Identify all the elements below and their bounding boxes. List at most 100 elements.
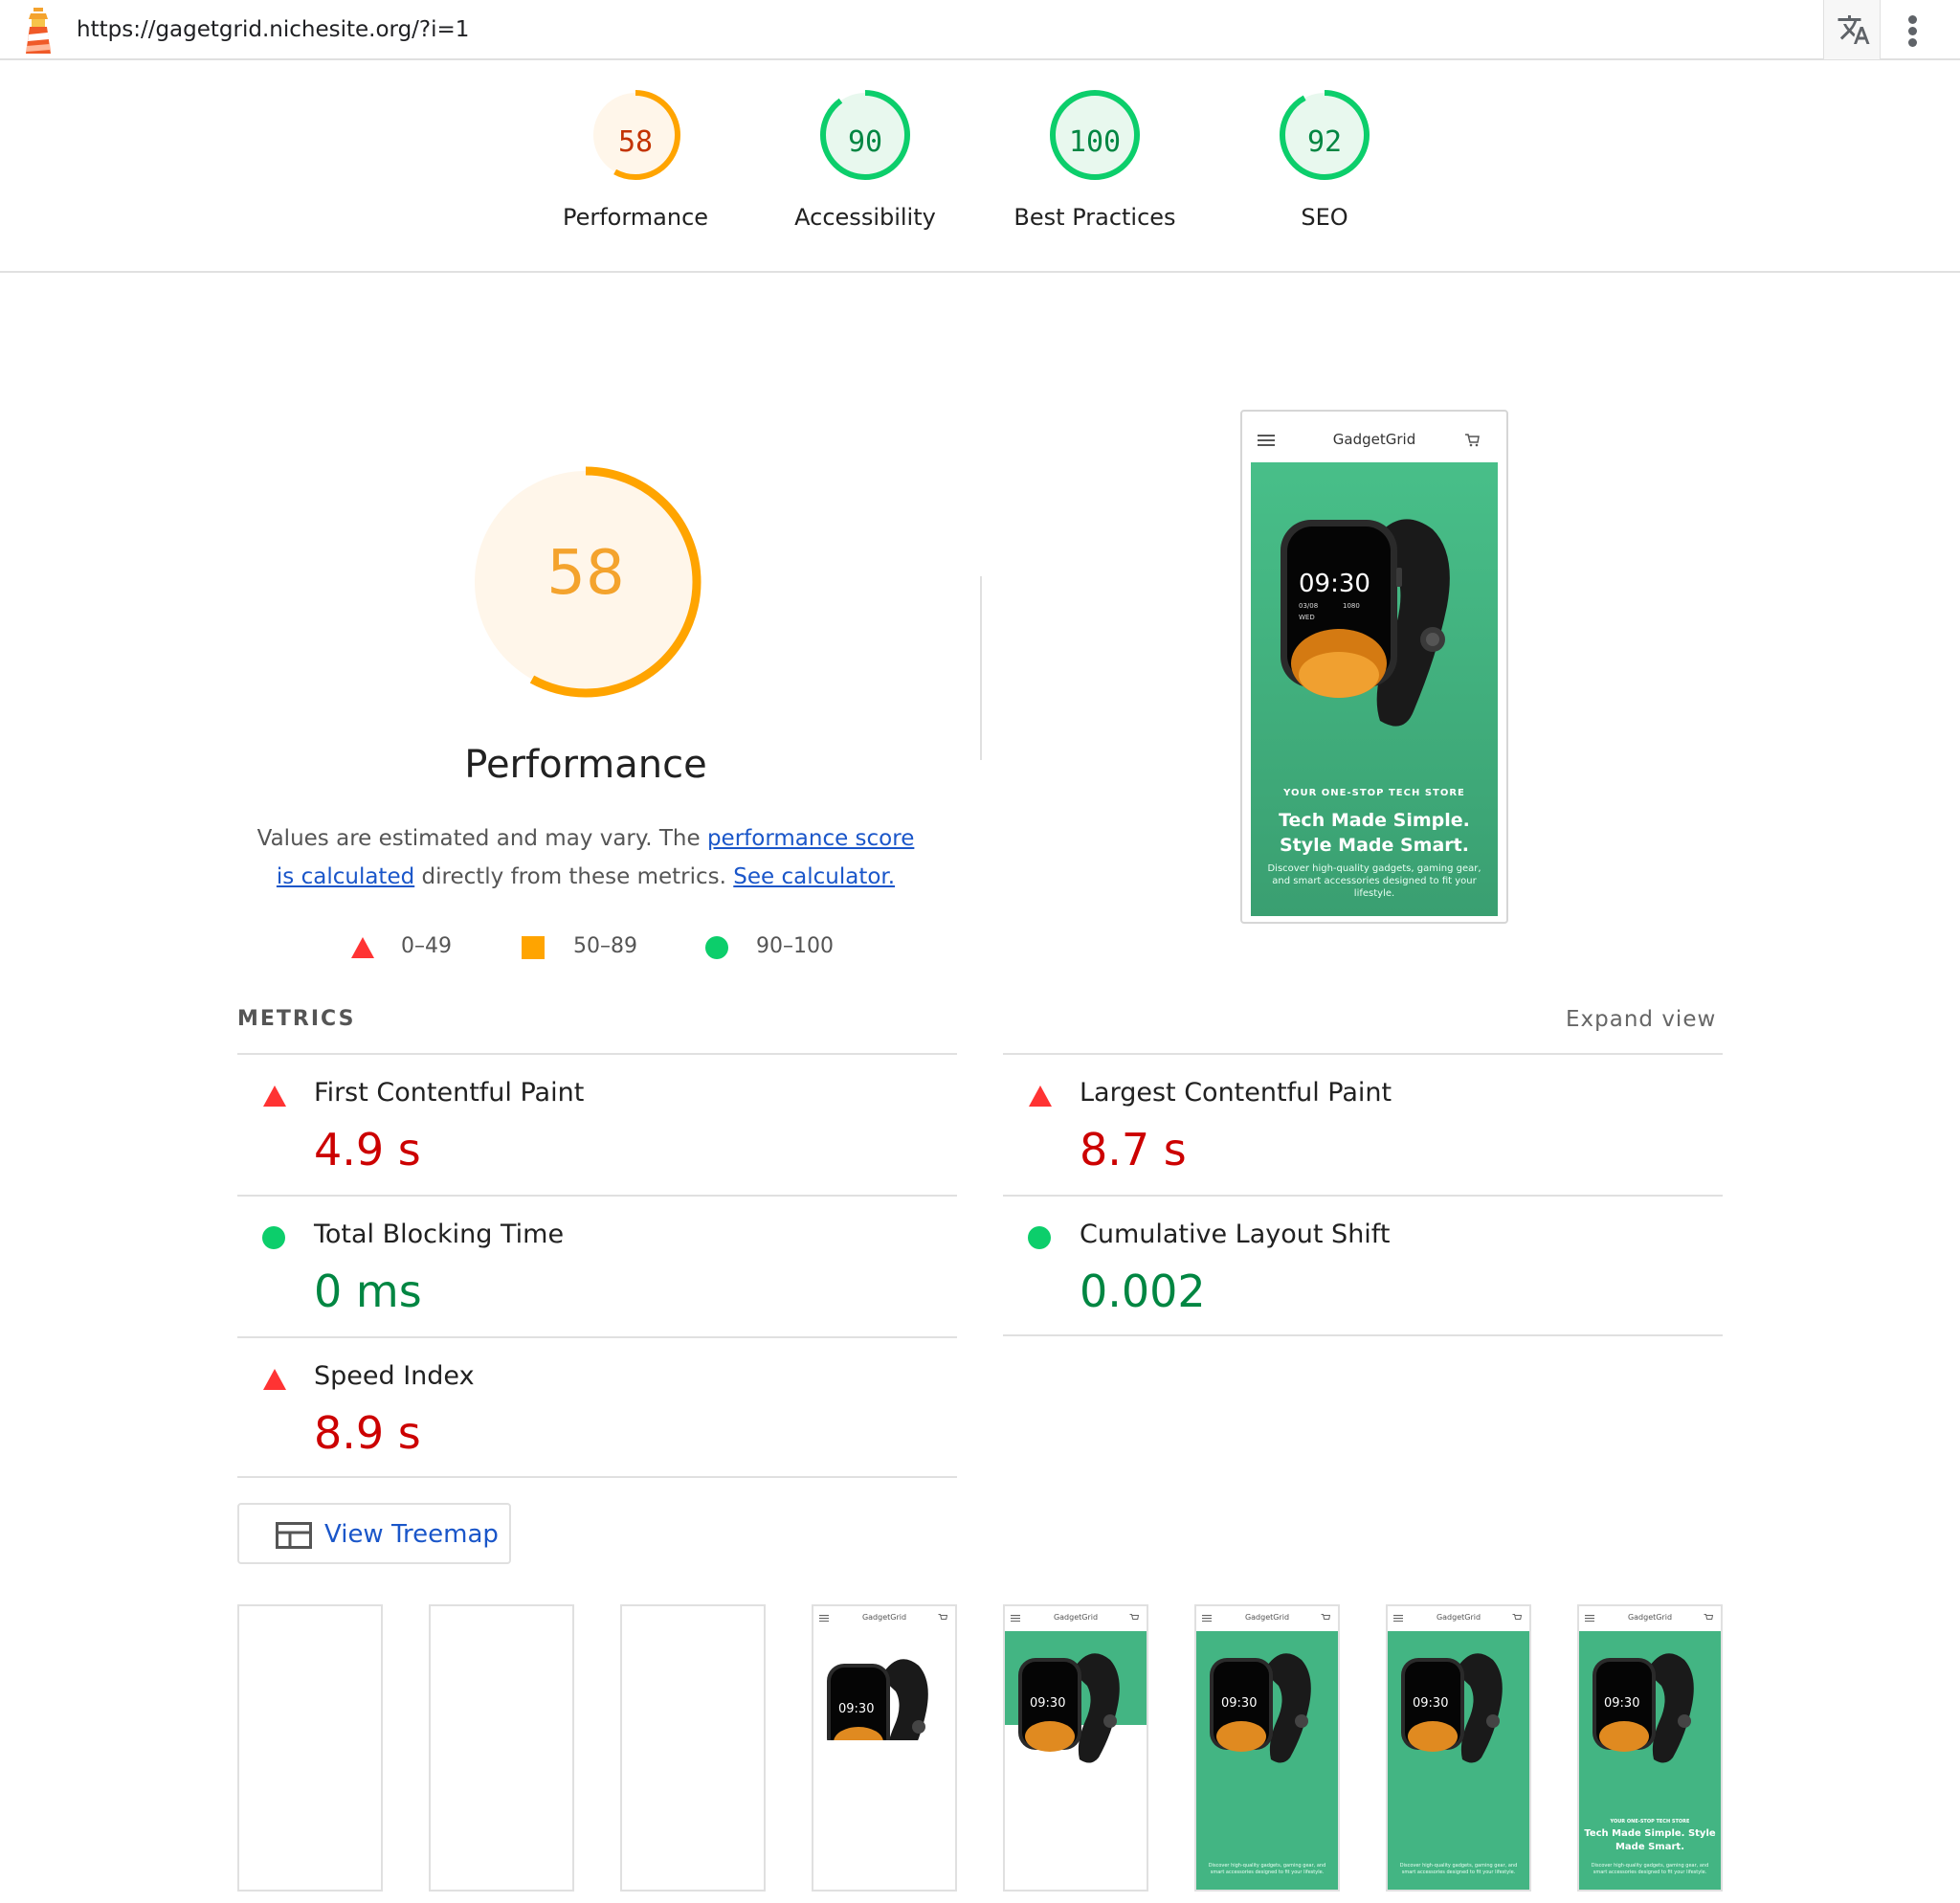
- see-calculator-link[interactable]: See calculator.: [733, 864, 895, 889]
- watch-date: 03/08: [1299, 602, 1319, 610]
- metric-total-blocking-time: Total Blocking Time 0 ms: [237, 1195, 957, 1336]
- more-menu-icon[interactable]: [1895, 10, 1929, 50]
- gauge-score: 90: [847, 125, 883, 159]
- preview-subtext: Discover high-quality gadgets, gaming ge…: [1267, 863, 1481, 899]
- frame-watch-time: 09:30: [1221, 1696, 1258, 1711]
- treemap-label: View Treemap: [324, 1520, 499, 1549]
- translate-icon: [1838, 15, 1870, 44]
- metric-value: 4.9 s: [314, 1124, 421, 1175]
- metric-value: 8.9 s: [314, 1407, 421, 1459]
- cart-icon: [1512, 1614, 1522, 1620]
- metrics-header: METRICS: [237, 1007, 356, 1031]
- smartwatch-thumbnail: [1592, 1653, 1694, 1763]
- frame-headline: Tech Made Simple. Style Made Smart.: [1584, 1828, 1716, 1852]
- gauge-label: SEO: [1301, 204, 1348, 231]
- gauge-label: Accessibility: [794, 204, 936, 231]
- divider: [1003, 1334, 1723, 1336]
- frame-header: GadgetGrid: [1579, 1606, 1721, 1631]
- metric-value: 0 ms: [314, 1265, 422, 1317]
- translate-button[interactable]: [1823, 0, 1881, 59]
- cart-icon: [1704, 1614, 1713, 1620]
- expand-view-toggle[interactable]: Expand view: [1566, 1007, 1716, 1032]
- frame-header: GadgetGrid: [1196, 1606, 1338, 1631]
- red-triangle-icon: [263, 1086, 286, 1107]
- smartwatch-image: [1281, 519, 1450, 727]
- red-triangle-icon: [1029, 1086, 1052, 1107]
- gauge-accessibility[interactable]: 90 Accessibility: [750, 87, 980, 231]
- watch-steps: 1080: [1343, 602, 1360, 610]
- frame-brand: GadgetGrid: [1436, 1613, 1481, 1622]
- frame-header: GadgetGrid: [1388, 1606, 1529, 1631]
- gauge-seo[interactable]: 92 SEO: [1210, 87, 1439, 231]
- red-triangle-icon: [351, 937, 374, 958]
- gauge-label: Performance: [562, 204, 709, 231]
- cart-icon: [1129, 1614, 1139, 1620]
- green-circle-icon: [1028, 1226, 1051, 1249]
- category-summary: 58 Performance 90 Accessibility 100 Best…: [0, 60, 1960, 273]
- filmstrip-frame: GadgetGrid 09:30: [812, 1604, 957, 1892]
- frame-brand: GadgetGrid: [1627, 1613, 1673, 1622]
- cart-icon: [1465, 434, 1480, 447]
- filmstrip-frame: GadgetGrid 09:30: [1003, 1604, 1148, 1892]
- performance-score: 58: [546, 538, 625, 609]
- metric-name: First Contentful Paint: [314, 1078, 585, 1108]
- cart-icon: [1321, 1614, 1330, 1620]
- watch-time: 09:30: [1299, 570, 1370, 598]
- treemap-icon: [276, 1522, 312, 1549]
- divider: [980, 576, 982, 760]
- gauge-score: 58: [617, 125, 654, 159]
- view-treemap-button[interactable]: View Treemap: [237, 1503, 511, 1564]
- desc-text: directly from these metrics.: [414, 864, 734, 889]
- frame-watch-time: 09:30: [1413, 1696, 1449, 1711]
- gauge-score: 100: [1068, 125, 1122, 159]
- frame-header: GadgetGrid: [1005, 1606, 1147, 1631]
- filmstrip-frame: GadgetGrid 09:30 Discover high-quality gad…: [1577, 1604, 1723, 1892]
- metric-name: Total Blocking Time: [314, 1220, 565, 1249]
- smartwatch-thumbnail: [1401, 1653, 1503, 1763]
- frame-watch-time: 09:30: [1604, 1696, 1640, 1711]
- filmstrip-frame: [237, 1604, 383, 1892]
- preview-tagline: YOUR ONE-STOP TECH STORE: [1283, 788, 1465, 798]
- preview-headline: Tech Made Simple. Style Made Smart.: [1279, 810, 1470, 856]
- metric-name: Speed Index: [314, 1361, 475, 1391]
- frame-subtext: Discover high-quality gadgets, gaming ge…: [1208, 1863, 1326, 1875]
- orange-square-icon: [522, 936, 545, 959]
- green-circle-icon: [262, 1226, 285, 1249]
- final-screenshot[interactable]: GadgetGrid 09:30 03/08 1080 WED YOUR ONE…: [1240, 410, 1508, 924]
- metric-first-contentful-paint: First Contentful Paint 4.9 s: [237, 1053, 957, 1195]
- frame-tagline: YOUR ONE-STOP TECH STORE: [1610, 1819, 1690, 1825]
- filmstrip-frame: [429, 1604, 574, 1892]
- green-circle-icon: [705, 936, 728, 959]
- frame-subtext: Discover high-quality gadgets, gaming ge…: [1399, 1863, 1518, 1875]
- frame-watch-time: 09:30: [838, 1702, 875, 1716]
- metric-name: Largest Contentful Paint: [1080, 1078, 1392, 1108]
- frame-blank-cover: [813, 1740, 955, 1890]
- desc-text: Values are estimated and may vary. The: [256, 826, 707, 851]
- watch-day: WED: [1299, 614, 1315, 621]
- metric-value: 0.002: [1080, 1265, 1206, 1317]
- preview-header: GadgetGrid: [1242, 412, 1506, 461]
- metric-value: 8.7 s: [1080, 1124, 1187, 1175]
- gauge-best-practices[interactable]: 100 Best Practices: [980, 87, 1210, 231]
- smartwatch-thumbnail: [1018, 1653, 1120, 1763]
- metric-largest-contentful-paint: Largest Contentful Paint 8.7 s: [1003, 1053, 1723, 1195]
- performance-title: Performance: [464, 743, 707, 787]
- lighthouse-logo-icon: [26, 8, 51, 54]
- filmstrip-frame: [620, 1604, 766, 1892]
- filmstrip-frame: GadgetGrid 09:30 Discover high-quality gad…: [1194, 1604, 1340, 1892]
- gauge-performance[interactable]: 58 Performance: [521, 87, 750, 231]
- divider: [237, 1476, 957, 1478]
- legend-range: 0–49: [401, 934, 452, 958]
- frame-brand: GadgetGrid: [861, 1613, 907, 1622]
- performance-description: Values are estimated and may vary. The p…: [251, 819, 921, 896]
- frame-header: GadgetGrid: [813, 1606, 955, 1631]
- preview-hero: 09:30 03/08 1080 WED YOUR ONE-STOP TECH …: [1251, 462, 1498, 916]
- frame-brand: GadgetGrid: [1053, 1613, 1099, 1622]
- browser-bar: https://gagetgrid.nichesite.org/?i=1: [0, 0, 1960, 60]
- smartwatch-thumbnail: [1210, 1653, 1311, 1763]
- frame-subtext: Discover high-quality gadgets, gaming ge…: [1591, 1863, 1709, 1875]
- gauge-score: 92: [1306, 125, 1343, 159]
- metric-name: Cumulative Layout Shift: [1080, 1220, 1391, 1249]
- url-text[interactable]: https://gagetgrid.nichesite.org/?i=1: [77, 17, 469, 42]
- frame-brand: GadgetGrid: [1244, 1613, 1290, 1622]
